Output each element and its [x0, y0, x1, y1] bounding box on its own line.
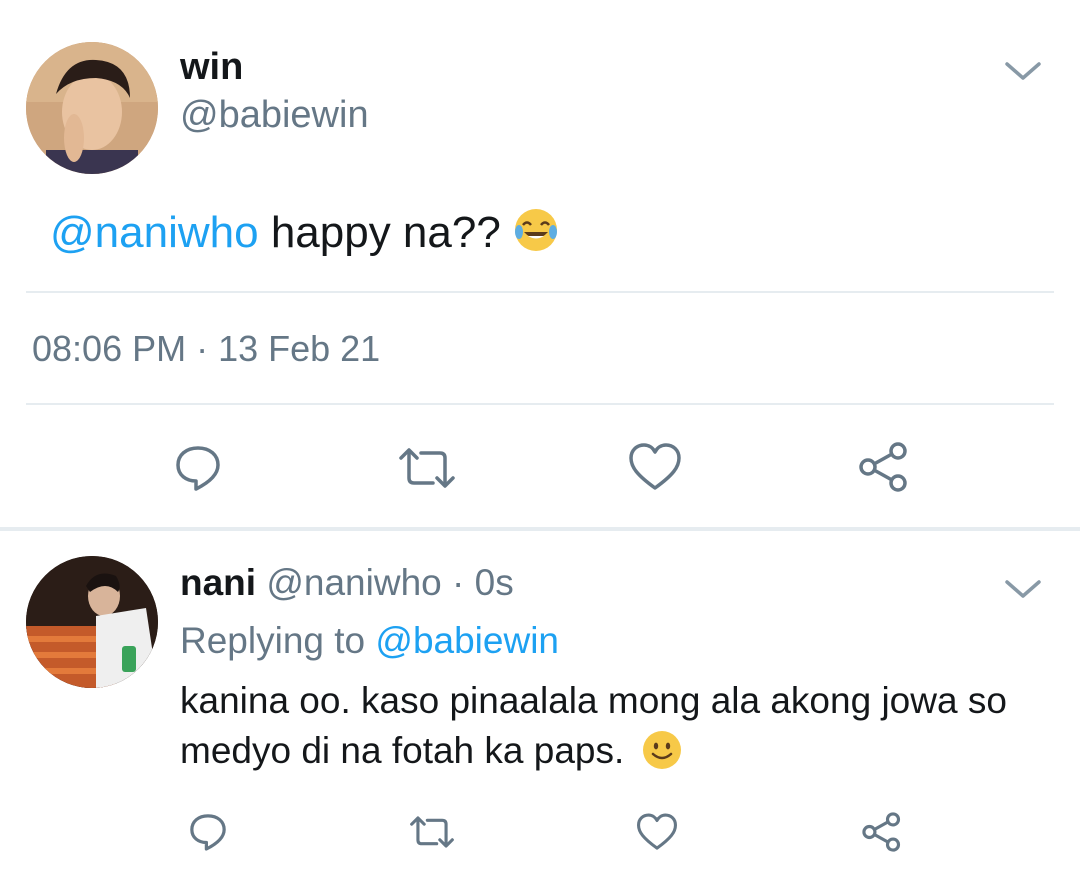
- divider: [26, 291, 1054, 293]
- retweet-icon[interactable]: [395, 438, 459, 498]
- reply-icon[interactable]: [184, 808, 232, 856]
- retweet-icon[interactable]: [406, 808, 458, 856]
- avatar[interactable]: [26, 42, 158, 174]
- user-handle[interactable]: @naniwho: [266, 562, 441, 603]
- avatar-photo: [26, 42, 158, 174]
- replying-to: Replying to @babiewin: [180, 620, 559, 662]
- reply-icon[interactable]: [168, 438, 228, 498]
- tweet-timestamp[interactable]: 08:06 PM · 13 Feb 21: [32, 328, 380, 370]
- tweet-body: happy na??: [270, 208, 501, 257]
- header-separator: ·: [452, 562, 465, 603]
- heart-icon[interactable]: [632, 808, 682, 856]
- avatar[interactable]: [26, 556, 158, 688]
- share-icon[interactable]: [854, 436, 914, 498]
- chevron-down-icon[interactable]: [1002, 576, 1044, 602]
- user-handle[interactable]: @babiewin: [180, 94, 369, 137]
- replying-prefix: Replying to: [180, 620, 366, 661]
- tweet-body: kanina oo. kaso pinaalala mong ala akong…: [180, 680, 1007, 771]
- heart-icon[interactable]: [624, 436, 686, 498]
- reply-header: nani @naniwho · 0s: [180, 562, 514, 604]
- avatar-photo: [26, 556, 158, 688]
- smile-emoji-icon: [642, 731, 681, 769]
- tweet-separator: [0, 527, 1080, 531]
- tweet-age[interactable]: 0s: [475, 562, 514, 603]
- mention-link[interactable]: @naniwho: [50, 208, 259, 257]
- laughing-emoji-icon: [515, 209, 558, 251]
- display-name[interactable]: win: [180, 46, 243, 89]
- divider: [26, 403, 1054, 405]
- replying-handle-link[interactable]: @babiewin: [375, 620, 559, 661]
- tweet-text: kanina oo. kaso pinaalala mong ala akong…: [180, 676, 1060, 776]
- display-name[interactable]: nani: [180, 562, 256, 603]
- chevron-down-icon[interactable]: [1002, 58, 1044, 84]
- share-icon[interactable]: [858, 808, 906, 856]
- tweet-text: @naniwho happy na??: [50, 207, 559, 258]
